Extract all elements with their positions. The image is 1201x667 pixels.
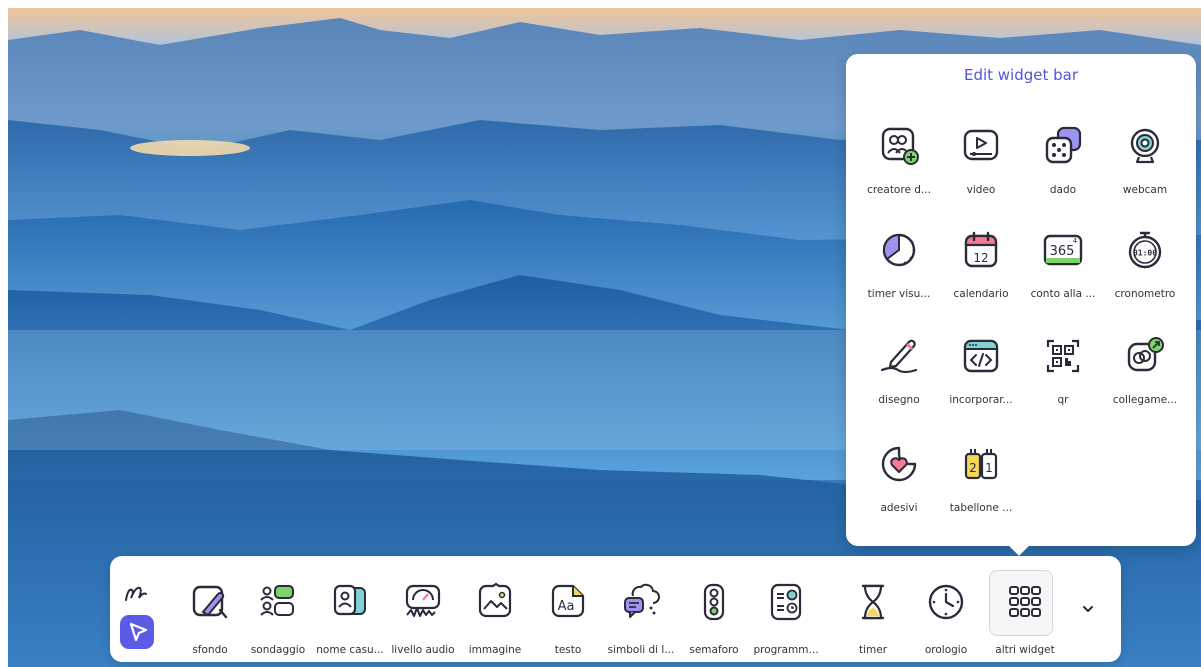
dock-item-label: orologio [924, 644, 968, 656]
dock-item-semaforo[interactable]: semaforo [679, 556, 749, 662]
widget-creatore[interactable]: creatore d... [856, 126, 942, 216]
traffic-light-icon [703, 583, 725, 621]
dock-item-timer[interactable]: timer [838, 556, 908, 662]
dock-item-label: programm... [753, 644, 819, 656]
clock-icon [928, 584, 964, 620]
dock-item-immagine[interactable]: immagine [460, 556, 530, 662]
dock-item-label: nome casu... [316, 644, 384, 656]
widget-label: tabellone ... [949, 502, 1013, 514]
widget-conto-alla-rovescia[interactable]: 365 4 conto alla ... [1020, 230, 1106, 320]
dock-item-testo[interactable]: Aa testo [533, 556, 603, 662]
svg-text:12: 12 [973, 251, 988, 265]
calendar-icon: 12 [964, 231, 998, 268]
dock-item-label: altri widget [995, 644, 1055, 656]
dock-item-label: simboli di l... [607, 644, 675, 656]
dock-item-programma[interactable]: programm... [751, 556, 821, 662]
dock-item-sfondo[interactable]: sfondo [175, 556, 245, 662]
grid-more-icon [1009, 586, 1041, 617]
widget-label: incorporar... [949, 394, 1013, 406]
dock-item-altri-widget[interactable]: altri widget [989, 556, 1060, 662]
countdown-365-icon: 365 4 [1043, 234, 1083, 266]
pen-draw-icon [880, 339, 918, 374]
widget-webcam[interactable]: webcam [1102, 126, 1188, 216]
symbols-chat-icon [624, 583, 660, 618]
widget-label: conto alla ... [1030, 288, 1096, 300]
widget-disegno[interactable]: disegno [856, 336, 942, 426]
widget-label: collegame... [1112, 394, 1178, 406]
dock-item-nome-casuale[interactable]: nome casu... [315, 556, 385, 662]
widget-label: disegno [878, 394, 920, 406]
background-paint-icon [192, 585, 228, 619]
widget-incorpora[interactable]: incorporar... [938, 336, 1024, 426]
widget-calendario[interactable]: 12 calendario [938, 230, 1024, 320]
select-pointer-button[interactable] [120, 615, 154, 649]
text-icon: Aa [551, 584, 585, 618]
svg-text:4: 4 [1073, 237, 1078, 245]
dock-item-simboli[interactable]: simboli di l... [606, 556, 676, 662]
widget-label: video [966, 184, 996, 196]
edit-widget-bar-panel: Edit widget bar creatore d... video dado… [846, 54, 1196, 556]
dock-item-label: livello audio [391, 644, 455, 656]
widget-timer-visuale[interactable]: timer visu... [856, 230, 942, 320]
svg-text:Aa: Aa [558, 599, 575, 614]
select-pointer-icon [129, 622, 148, 642]
dock-item-label: sondaggio [250, 644, 306, 656]
hourglass-icon [861, 584, 885, 620]
heart-sticker-icon [881, 446, 917, 482]
widget-label: dado [1049, 184, 1077, 196]
group-add-icon [881, 127, 919, 165]
widget-label: timer visu... [867, 288, 931, 300]
panel-title: Edit widget bar [963, 66, 1079, 84]
svg-text:1: 1 [985, 461, 993, 475]
visual-timer-icon [882, 233, 916, 267]
widget-label: creatore d... [867, 184, 931, 196]
widget-collegamento[interactable]: collegame... [1102, 336, 1188, 426]
video-play-icon [963, 129, 999, 161]
embed-code-icon [963, 339, 999, 373]
widget-video[interactable]: video [938, 126, 1024, 216]
dock-item-label: immagine [468, 644, 522, 656]
bottom-widget-bar: sfondo sondaggio nome casu... livello au… [110, 556, 1121, 662]
dock-item-label: semaforo [689, 644, 739, 656]
svg-text:2: 2 [969, 461, 977, 475]
widget-tabellone[interactable]: 2 1 tabellone ... [938, 444, 1024, 534]
widget-adesivi[interactable]: adesivi [856, 444, 942, 534]
schedule-icon [770, 583, 802, 621]
svg-text:365: 365 [1050, 244, 1075, 259]
audio-level-icon [405, 584, 441, 617]
webcam-icon [1130, 128, 1160, 164]
poll-icon [260, 585, 294, 616]
svg-text:01:00: 01:00 [1133, 249, 1157, 258]
widget-label: calendario [953, 288, 1009, 300]
widget-label: qr [1057, 394, 1069, 406]
random-name-icon [333, 584, 366, 616]
qr-code-icon [1046, 339, 1080, 373]
dice-icon [1045, 126, 1082, 164]
chevron-down-icon[interactable] [1079, 600, 1097, 618]
widget-dado[interactable]: dado [1020, 126, 1106, 216]
dock-item-orologio[interactable]: orologio [911, 556, 981, 662]
dock-item-label: testo [554, 644, 582, 656]
widget-label: webcam [1122, 184, 1168, 196]
widget-cronometro[interactable]: 01:00 cronometro [1102, 230, 1188, 320]
stopwatch-icon: 01:00 [1128, 231, 1162, 269]
dock-item-label: timer [858, 644, 888, 656]
image-icon [478, 582, 512, 618]
widget-label: cronometro [1114, 288, 1176, 300]
widget-qr[interactable]: qr [1020, 336, 1106, 426]
widget-label: adesivi [880, 502, 918, 514]
link-icon [1127, 337, 1164, 372]
dock-item-livello-audio[interactable]: livello audio [388, 556, 458, 662]
scoreboard-icon: 2 1 [964, 449, 998, 480]
dock-item-sondaggio[interactable]: sondaggio [243, 556, 313, 662]
draw-tool-icon[interactable] [122, 580, 154, 606]
